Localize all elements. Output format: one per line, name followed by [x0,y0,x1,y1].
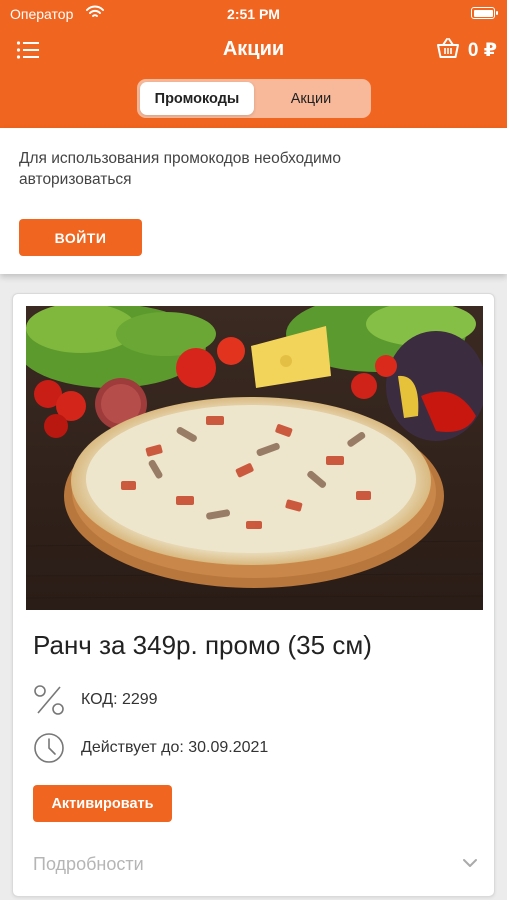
details-label: Подробности [33,853,144,874]
promo-image [26,306,483,610]
clock-icon [33,732,65,764]
percent-icon [33,684,65,716]
promo-title: Ранч за 349р. промо (35 см) [33,630,372,660]
promo-validity-text: Действует до: 30.09.2021 [81,739,269,756]
nav-bar: Акции 0 ₽ [0,30,507,70]
cart-button[interactable]: 0 ₽ [436,36,497,64]
tabs-segmented-control: Промокоды Акции [137,79,371,118]
chevron-down-icon [462,855,478,873]
cart-amount: 0 ₽ [467,39,497,61]
activate-button[interactable]: Активировать [33,785,172,822]
promo-card: Ранч за 349р. промо (35 см) КОД: 2299 Де… [12,293,495,897]
basket-icon [436,37,460,64]
status-bar: Оператор 2:51 PM [0,0,507,28]
promo-code-row: КОД: 2299 [33,684,158,716]
page-title: Акции [222,38,285,60]
status-time: 2:51 PM [227,6,280,22]
app-header: Оператор 2:51 PM Акции 0 ₽ Промокоды Акц… [0,0,507,128]
details-toggle[interactable]: Подробности [33,848,478,880]
login-notice: Для использования промокодов необходимо … [0,128,507,274]
tab-promocodes[interactable]: Промокоды [140,82,254,115]
tab-promotions[interactable]: Акции [254,82,368,115]
battery-icon [471,7,498,19]
login-notice-text: Для использования промокодов необходимо … [19,150,341,188]
promo-validity-row: Действует до: 30.09.2021 [33,732,268,764]
login-button[interactable]: ВОЙТИ [19,219,142,256]
promo-code-text: КОД: 2299 [81,691,158,708]
